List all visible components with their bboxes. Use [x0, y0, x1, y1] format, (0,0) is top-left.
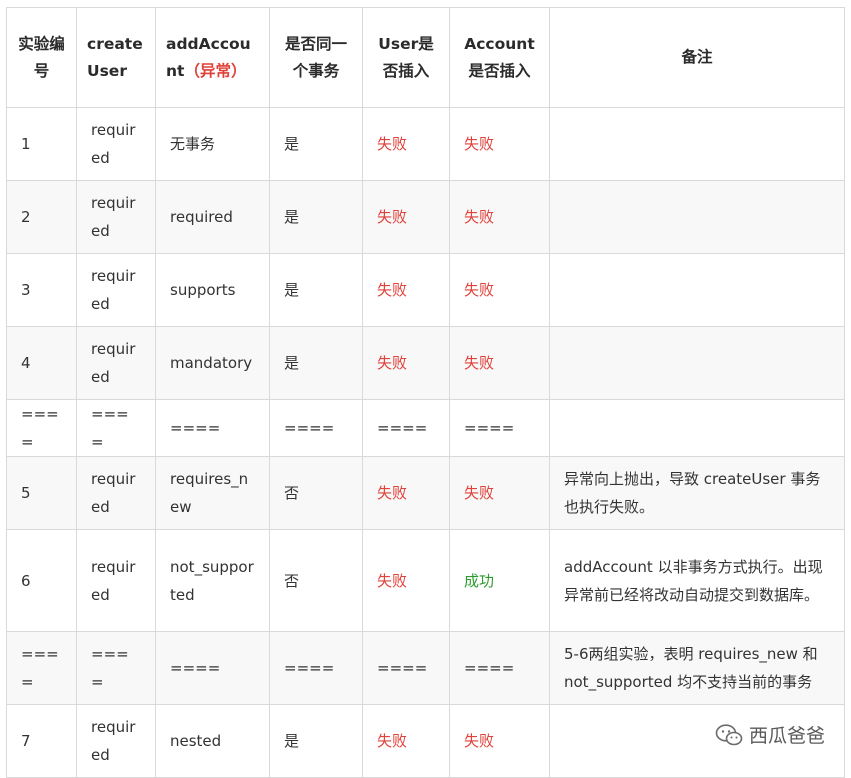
- cell-remark: [549, 253, 845, 327]
- table-row: 3 required supports 是失败 失败: [6, 253, 845, 327]
- cell-create-user: required: [76, 456, 156, 530]
- cell-no: ====: [6, 399, 77, 457]
- cell-same-tx: 是: [269, 180, 363, 254]
- cell-account-inserted: 失败: [449, 180, 550, 254]
- cell-user-inserted: ====: [362, 631, 450, 705]
- cell-account-inserted: 失败: [449, 704, 550, 778]
- cell-no: ====: [6, 631, 77, 705]
- header-remark: 备注: [549, 7, 845, 108]
- cell-add-account: mandatory: [155, 326, 270, 400]
- cell-user-inserted: ====: [362, 399, 450, 457]
- cell-same-tx: ====: [269, 399, 363, 457]
- cell-user-inserted: 失败: [362, 704, 450, 778]
- cell-create-user: ====: [76, 399, 156, 457]
- cell-no: 2: [6, 180, 77, 254]
- cell-create-user: required: [76, 107, 156, 181]
- cell-add-account: supports: [155, 253, 270, 327]
- watermark-text: 西瓜爸爸: [748, 725, 825, 747]
- cell-no: 3: [6, 253, 77, 327]
- cell-remark: [549, 107, 845, 181]
- table-row: 6 required not_supported 否失败 成功 addAccount 以非…: [6, 529, 845, 632]
- wechat-icon: [715, 723, 743, 745]
- cell-same-tx: 是: [269, 107, 363, 181]
- cell-account-inserted: 失败: [449, 326, 550, 400]
- cell-create-user: required: [76, 180, 156, 254]
- cell-create-user: ====: [76, 631, 156, 705]
- cell-user-inserted: 失败: [362, 180, 450, 254]
- cell-no: 4: [6, 326, 77, 400]
- cell-remark: [549, 399, 845, 457]
- transaction-propagation-table: 实验编号 createUser addAccount（异常） 是否同一个事务 U…: [6, 7, 845, 778]
- cell-account-inserted: 失败: [449, 107, 550, 181]
- table-row: 5 required requires_new 否失败 失败 异常向上抛出，导致 crea…: [6, 456, 845, 530]
- header-account-inserted: Account是否插入: [449, 7, 550, 108]
- table-row: ==== ==== ==== ==== ==== ==== 5-6两组实验，表明 requi…: [6, 631, 845, 705]
- cell-user-inserted: 失败: [362, 253, 450, 327]
- cell-user-inserted: 失败: [362, 456, 450, 530]
- header-add-account: addAccount（异常）: [155, 7, 270, 108]
- table-row: 4 required mandatory 是失败 失败: [6, 326, 845, 400]
- cell-account-inserted: 失败: [449, 253, 550, 327]
- cell-add-account: required: [155, 180, 270, 254]
- cell-remark: [549, 326, 845, 400]
- header-create-user: createUser: [76, 7, 156, 108]
- cell-user-inserted: 失败: [362, 107, 450, 181]
- cell-remark: [549, 180, 845, 254]
- header-experiment-no: 实验编号: [6, 7, 77, 108]
- cell-account-inserted: 失败: [449, 456, 550, 530]
- cell-user-inserted: 失败: [362, 529, 450, 632]
- cell-remark: 异常向上抛出，导致 createUser 事务也执行失败。: [549, 456, 845, 530]
- cell-remark: addAccount 以非事务方式执行。出现异常前已经将改动自动提交到数据库。: [549, 529, 845, 632]
- cell-no: 6: [6, 529, 77, 632]
- cell-account-inserted: ====: [449, 631, 550, 705]
- table-row: ==== ==== ==== ==== ==== ====: [6, 399, 845, 457]
- cell-create-user: required: [76, 326, 156, 400]
- cell-add-account: ====: [155, 399, 270, 457]
- cell-same-tx: ====: [269, 631, 363, 705]
- header-same-tx: 是否同一个事务: [269, 7, 363, 108]
- cell-no: 7: [6, 704, 77, 778]
- cell-same-tx: 是: [269, 326, 363, 400]
- cell-add-account: nested: [155, 704, 270, 778]
- header-user-inserted: User是否插入: [362, 7, 450, 108]
- cell-account-inserted: ====: [449, 399, 550, 457]
- cell-user-inserted: 失败: [362, 326, 450, 400]
- cell-add-account: 无事务: [155, 107, 270, 181]
- cell-same-tx: 否: [269, 529, 363, 632]
- cell-add-account: ====: [155, 631, 270, 705]
- cell-add-account: not_supported: [155, 529, 270, 632]
- cell-create-user: required: [76, 704, 156, 778]
- table-row: 1 required 无事务是失败 失败: [6, 107, 845, 181]
- cell-add-account: requires_new: [155, 456, 270, 530]
- cell-no: 5: [6, 456, 77, 530]
- cell-same-tx: 否: [269, 456, 363, 530]
- cell-create-user: required: [76, 253, 156, 327]
- cell-account-inserted: 成功: [449, 529, 550, 632]
- cell-same-tx: 是: [269, 704, 363, 778]
- cell-remark: 5-6两组实验，表明 requires_new 和 not_supported …: [549, 631, 845, 705]
- watermark: 西瓜爸爸: [715, 721, 825, 748]
- cell-create-user: required: [76, 529, 156, 632]
- header-row: 实验编号 createUser addAccount（异常） 是否同一个事务 U…: [6, 7, 845, 108]
- cell-no: 1: [6, 107, 77, 181]
- header-add-account-exception: （异常）: [184, 61, 247, 80]
- cell-same-tx: 是: [269, 253, 363, 327]
- table-row: 2 required required 是失败 失败: [6, 180, 845, 254]
